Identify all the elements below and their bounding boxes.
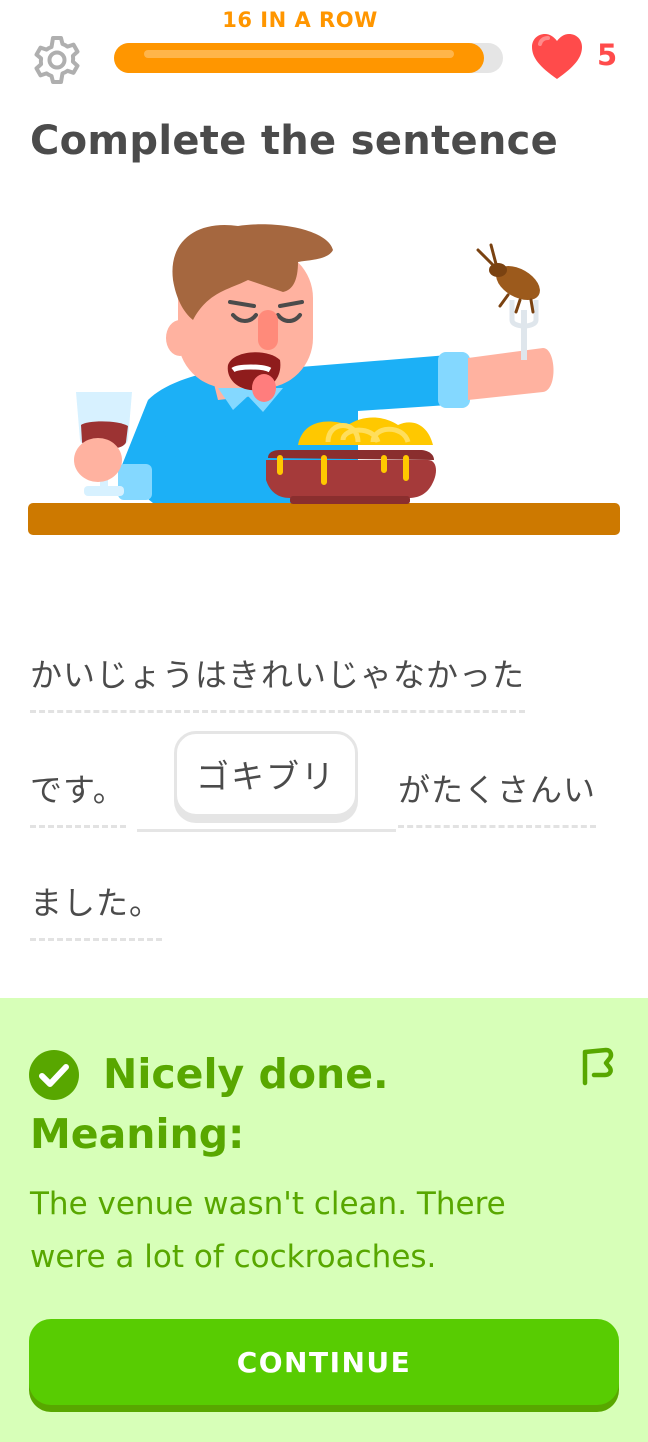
meaning-label: Meaning:: [30, 1110, 245, 1158]
streak-label: 16 IN A ROW: [222, 8, 378, 32]
settings-gear-icon[interactable]: [30, 33, 84, 87]
exercise-title: Complete the sentence: [30, 118, 559, 164]
selected-word-chip[interactable]: ゴキブリ: [174, 731, 358, 817]
exercise-illustration: [28, 220, 620, 540]
feedback-status: Nicely done.: [103, 1050, 389, 1098]
heart-icon: [530, 33, 584, 81]
sentence-line-3: ました。: [30, 878, 163, 941]
progress-bar-shine: [144, 50, 454, 58]
answer-blank-line: [137, 829, 396, 832]
sentence-line-2-before: です。: [30, 765, 126, 828]
lesson-progress-bar: [114, 43, 503, 73]
check-circle-icon: [28, 1049, 80, 1101]
progress-bar-fill: [114, 43, 484, 73]
meaning-text: The venue wasn't clean. There were a lot…: [30, 1186, 506, 1275]
report-flag-icon[interactable]: [580, 1046, 616, 1086]
sentence-line-1: かいじょうはきれいじゃなかった: [30, 650, 526, 713]
continue-button[interactable]: CONTINUE: [29, 1319, 619, 1405]
hearts-count: 5: [597, 38, 618, 72]
sentence-line-2-after: がたくさんい: [398, 765, 597, 828]
